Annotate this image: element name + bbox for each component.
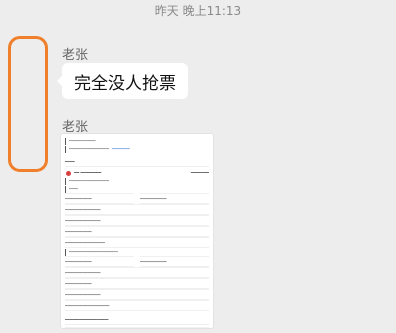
image-document-field: ━━━━━━━━━━━━━━━━	[65, 215, 209, 226]
image-document-field: ━━━━━━━━━━━━━━━━	[65, 289, 209, 300]
image-document-field: ━━━━━━━━━━━━	[140, 193, 209, 204]
image-document-field: ━━━━━━━━━━━━━━━━━━━━━━━━━━	[65, 327, 209, 328]
image-document-field: ━━━━━━━━━━━━━━━━━━	[65, 237, 209, 248]
image-document-field: ━━━━━━━━━━━━	[65, 278, 209, 289]
image-document-line: ━━━━	[65, 185, 209, 193]
image-document-split-row: ━━━━━━━━━━━━ ━━━━━━━━━━━━	[65, 256, 209, 267]
image-document-field: ━━━━━━━━━━━━━━━━	[65, 204, 209, 215]
image-document-field: ━━━━━━━━━━━━━━━━	[65, 267, 209, 278]
image-document-line: ━━━━━━━━━━━━━━━━━━ ━━━━━━━━	[65, 145, 209, 153]
image-document-field: ━━━━━━━━━━━━	[140, 256, 209, 267]
text-message-bubble[interactable]: 完全没人抢票	[57, 63, 188, 99]
image-document-field: ━━━━━━━━━━━━━━━━━━━━	[65, 300, 209, 311]
image-document-line: ━━━━━━━━━━━━━━━━━━	[65, 177, 209, 185]
image-document-split-row: ━━━━━━━━━━━━ ━━━━━━━━━━━━	[65, 193, 209, 204]
image-document-field: ━━━━━━━━━━━━	[65, 226, 209, 237]
image-section-heading: ━━━━	[65, 159, 209, 167]
chat-timestamp: 昨天 晚上11:13	[154, 4, 242, 18]
image-flight-header: ━━ ━━━━━━━━ ━━━━━━━	[65, 169, 209, 177]
image-attachment[interactable]: ━━━━━━━━━━━━ ━━━━━━━━━━━━━━━━━━ ━━━━━━━━ …	[60, 133, 214, 329]
chat-screen: 昨天 晚上11:13 老张 完全没人抢票 老张 ━━━━━━━━━━━━ ━━━…	[0, 0, 396, 333]
image-document-field: ━━━━━━━━━━━━	[65, 193, 134, 204]
image-document-field: ━━━━━━━━━━━━	[65, 256, 134, 267]
image-document-line: ━━━━━━━━━━━━━━━━━━━━━━	[65, 248, 209, 256]
image-document-line: ━━━━━━━━━━━━	[65, 137, 209, 145]
avatar-highlight	[8, 36, 48, 172]
sender-name-1: 老张	[62, 48, 89, 63]
image-section-heading: ━━━━━━━━━━━━━━━━━━	[65, 317, 209, 325]
